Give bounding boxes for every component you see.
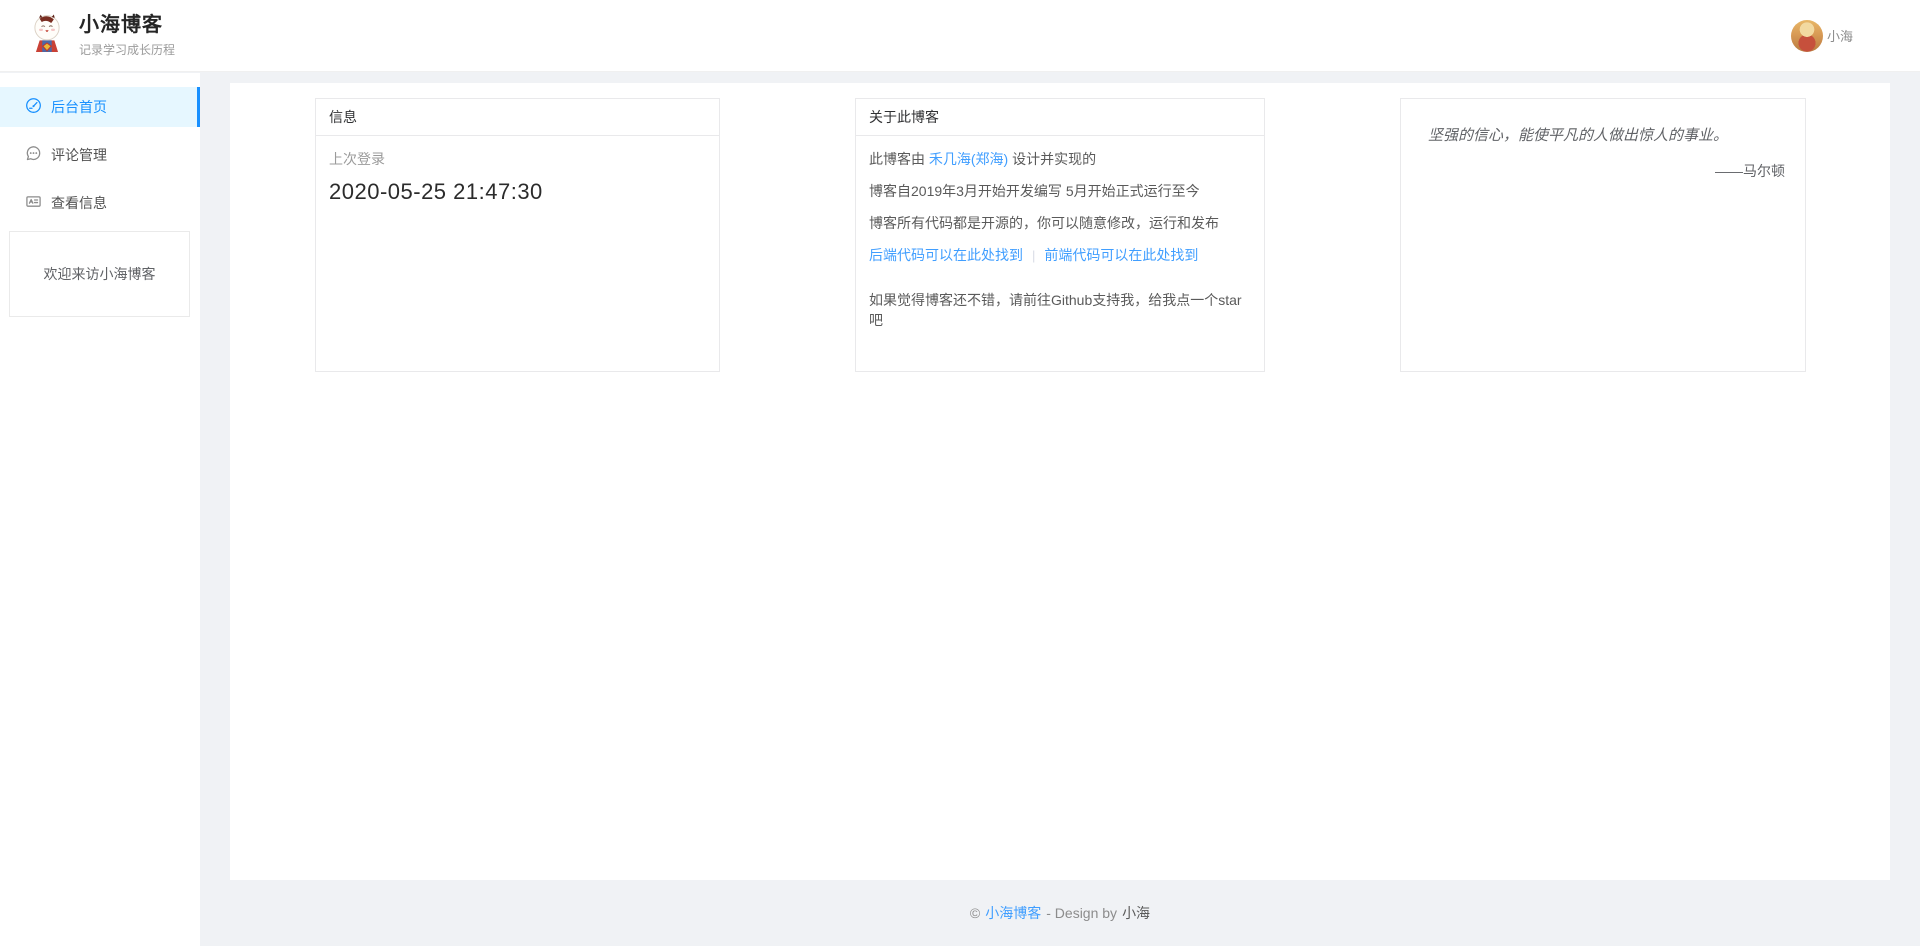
sidebar-item-label: 查看信息 <box>51 193 107 213</box>
about-line-star: 如果觉得博客还不错，请前往Github支持我，给我点一个star吧 <box>869 290 1251 330</box>
footer-blog-link[interactable]: 小海博客 <box>985 903 1041 923</box>
footer-designer: 小海 <box>1122 903 1150 923</box>
backend-code-link[interactable]: 后端代码可以在此处找到 <box>869 247 1023 263</box>
frontend-code-link[interactable]: 前端代码可以在此处找到 <box>1044 247 1198 263</box>
about-line-opensource: 博客所有代码都是开源的，你可以随意修改，运行和发布 <box>869 213 1251 233</box>
author-link[interactable]: 禾几海(郑海) <box>929 151 1008 167</box>
blog-logo-icon <box>30 13 64 58</box>
about-code-links: 后端代码可以在此处找到 | 前端代码可以在此处找到 <box>869 245 1251 266</box>
sidebar-item-comments[interactable]: 评论管理 <box>0 135 200 175</box>
last-login-label: 上次登录 <box>329 149 706 169</box>
sidebar-item-dashboard[interactable]: 后台首页 <box>0 87 200 127</box>
page-subtitle: 记录学习成长历程 <box>79 41 175 58</box>
footer: © 小海博客 - Design by 小海 <box>200 880 1920 946</box>
about-author-suffix: 设计并实现的 <box>1008 151 1096 167</box>
last-login-value: 2020-05-25 21:47:30 <box>329 179 706 205</box>
idcard-icon <box>25 193 42 213</box>
about-line-history: 博客自2019年3月开始开发编写 5月开始正式运行至今 <box>869 181 1251 201</box>
link-divider: | <box>1032 248 1035 263</box>
copyright-symbol: © <box>970 905 980 921</box>
about-card: 关于此博客 此博客由 禾几海(郑海) 设计并实现的 博客自2019年3月开始开发… <box>855 98 1265 372</box>
page-title: 小海博客 <box>79 13 175 37</box>
sidebar-item-label: 评论管理 <box>51 145 107 165</box>
dashboard-cards-row: 信息 上次登录 2020-05-25 21:47:30 关于此博客 此博客由 禾… <box>230 83 1890 372</box>
about-author-prefix: 此博客由 <box>869 151 929 167</box>
sidebar-item-view-info[interactable]: 查看信息 <box>0 183 200 223</box>
main-panel: 信息 上次登录 2020-05-25 21:47:30 关于此博客 此博客由 禾… <box>230 83 1890 880</box>
sidebar-item-label: 后台首页 <box>51 97 107 117</box>
info-card: 信息 上次登录 2020-05-25 21:47:30 <box>315 98 720 372</box>
user-name: 小海 <box>1827 26 1853 45</box>
user-menu[interactable]: 小海 <box>1791 20 1853 52</box>
dashboard-icon <box>25 97 42 117</box>
footer-design-text: - Design by <box>1046 905 1117 921</box>
quote-text: 坚强的信心，能使平凡的人做出惊人的事业。 <box>1428 127 1785 145</box>
quote-author: ——马尔顿 <box>1428 161 1785 181</box>
about-card-title: 关于此博客 <box>856 99 1264 136</box>
welcome-box: 欢迎来访小海博客 <box>9 231 190 317</box>
welcome-text: 欢迎来访小海博客 <box>44 264 156 284</box>
sidebar: 后台首页 评论管理 查看信息 欢迎来访小海博客 <box>0 73 200 946</box>
brand-logo-link[interactable]: 小海博客 记录学习成长历程 <box>30 13 175 58</box>
user-avatar[interactable] <box>1791 20 1823 52</box>
top-header: 小海博客 记录学习成长历程 小海 <box>0 0 1920 72</box>
info-card-title: 信息 <box>316 99 719 136</box>
quote-card: 坚强的信心，能使平凡的人做出惊人的事业。 ——马尔顿 <box>1400 98 1806 372</box>
comment-icon <box>25 145 42 165</box>
about-line-author: 此博客由 禾几海(郑海) 设计并实现的 <box>869 149 1251 169</box>
